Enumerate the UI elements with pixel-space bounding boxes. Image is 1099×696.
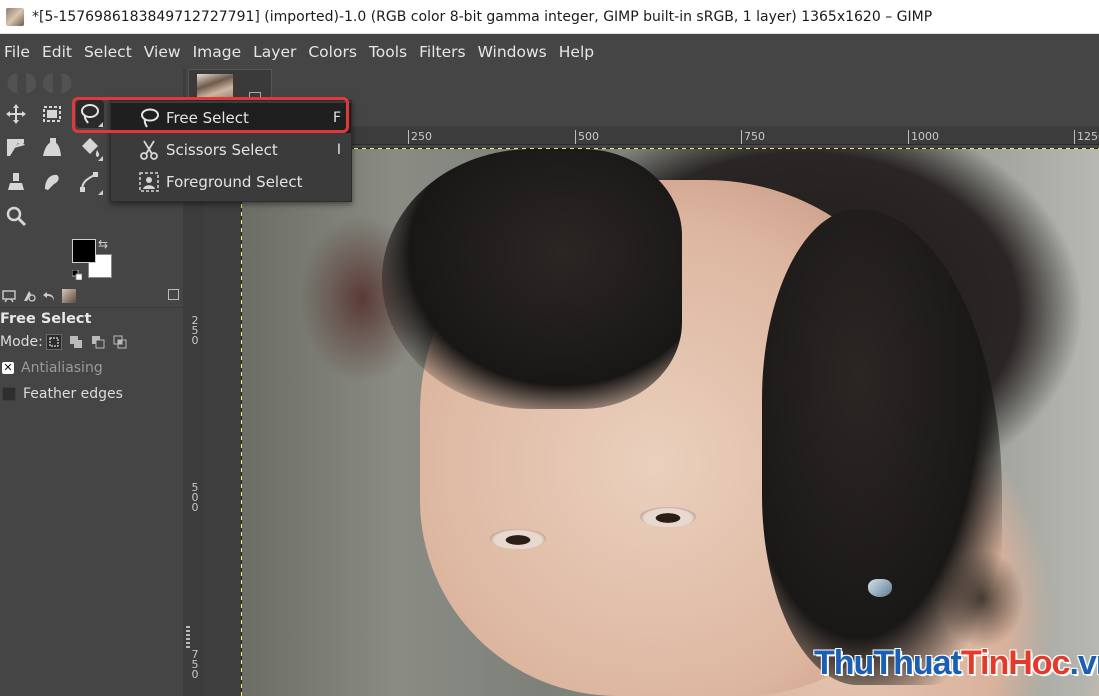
foreground-color-swatch[interactable] (72, 239, 96, 263)
layer-boundary (241, 148, 242, 696)
vertical-ruler[interactable] (186, 144, 204, 696)
move-tool-icon[interactable] (2, 100, 30, 128)
scissors-icon (138, 139, 160, 161)
horizontal-ruler[interactable] (232, 126, 1099, 145)
menu-view[interactable]: View (138, 43, 187, 61)
menu-select[interactable]: Select (78, 43, 138, 61)
feather-edges-checkbox[interactable] (2, 387, 16, 401)
ruler-tick (1074, 130, 1075, 144)
lasso-icon (138, 107, 160, 129)
ruler-label-750: 750 (744, 130, 765, 143)
smudge-tool-icon[interactable] (38, 168, 66, 196)
image-canvas[interactable] (242, 149, 1099, 696)
free-select-tool-icon[interactable] (76, 100, 104, 128)
ruler-label-500: 500 (578, 130, 599, 143)
ruler-label-250: 250 (411, 130, 432, 143)
ruler-grip[interactable] (186, 626, 190, 648)
ruler-tick (575, 130, 576, 144)
canvas-padding (204, 144, 242, 696)
zoom-tool-icon[interactable] (2, 202, 30, 230)
ruler-tick (741, 130, 742, 144)
clone-tool-icon[interactable] (2, 168, 30, 196)
popup-item-foreground-select[interactable]: Foreground Select (111, 167, 351, 197)
wilber-logo-icon: ◖◗◖◗ (6, 67, 77, 97)
antialiasing-checkbox[interactable]: ✕ (2, 362, 14, 374)
menu-layer[interactable]: Layer (247, 43, 302, 61)
antialiasing-option[interactable]: ✕ Antialiasing (0, 358, 103, 378)
ruler-tick (908, 130, 909, 144)
mode-add-icon[interactable] (69, 335, 83, 349)
menu-file[interactable]: File (0, 43, 36, 61)
rect-select-tool-icon[interactable] (38, 100, 66, 128)
menu-help[interactable]: Help (553, 43, 600, 61)
feather-edges-label: Feather edges (23, 386, 123, 402)
antialiasing-label: Antialiasing (21, 360, 103, 376)
window-title: *[5-1576986183849712727791] (imported)-1… (32, 8, 933, 25)
watermark: ThuThuatTinHoc.vn (814, 644, 1099, 682)
device-status-tab-icon[interactable] (22, 289, 36, 303)
image-thumbnail-icon (6, 7, 24, 26)
ruler-label-v250: 250 (191, 314, 199, 347)
images-tab-icon[interactable] (62, 289, 76, 303)
ruler-tick (408, 130, 409, 144)
menu-bar: File Edit Select View Image Layer Colors… (0, 34, 1099, 69)
mode-intersect-icon[interactable] (113, 335, 127, 349)
menu-edit[interactable]: Edit (36, 43, 78, 61)
ruler-label-1000: 1000 (911, 130, 939, 143)
divider (0, 307, 186, 308)
photo-eye (490, 529, 546, 549)
title-bar: *[5-1576986183849712727791] (imported)-1… (0, 0, 1099, 34)
menu-filters[interactable]: Filters (413, 43, 471, 61)
popup-item-scissors-select[interactable]: Scissors Select I (111, 135, 351, 165)
mode-row: Mode: (0, 333, 127, 351)
default-colors-icon[interactable] (71, 265, 83, 281)
ruler-label-v500: 500 (191, 481, 199, 514)
photo-eye (640, 507, 696, 527)
mode-subtract-icon[interactable] (91, 335, 105, 349)
popup-item-label: Foreground Select (166, 173, 303, 191)
undo-history-tab-icon[interactable] (42, 289, 56, 303)
tool-options-title: Free Select (0, 311, 92, 327)
select-tools-popup: Free Select F Scissors Select I Foregrou… (110, 100, 352, 202)
bucket-fill-tool-icon[interactable] (76, 134, 104, 162)
mode-label: Mode: (0, 334, 43, 350)
crop-tool-icon[interactable] (2, 134, 30, 162)
photo-hair (762, 209, 1002, 685)
menu-windows[interactable]: Windows (472, 43, 553, 61)
photo-hair (382, 149, 682, 409)
layer-boundary (242, 148, 1099, 149)
warp-tool-icon[interactable] (38, 134, 66, 162)
photo-earring (868, 579, 892, 597)
popup-item-label: Scissors Select (166, 141, 278, 159)
menu-tools[interactable]: Tools (363, 43, 413, 61)
ruler-label-1250: 1250 (1077, 130, 1099, 143)
mode-replace-icon[interactable] (45, 334, 62, 350)
popup-item-label: Free Select (166, 109, 249, 127)
menu-image[interactable]: Image (187, 43, 248, 61)
dock-menu-icon[interactable] (168, 289, 179, 300)
foreground-select-icon (138, 171, 160, 193)
dock-tabs (0, 287, 186, 305)
menu-colors[interactable]: Colors (302, 43, 363, 61)
popup-item-shortcut: F (332, 110, 341, 126)
popup-item-free-select[interactable]: Free Select F (111, 103, 351, 133)
popup-item-shortcut: I (336, 142, 341, 158)
swap-colors-icon[interactable]: ⇆ (98, 238, 110, 250)
feather-edges-option[interactable]: Feather edges (0, 384, 123, 404)
paths-tool-icon[interactable] (76, 168, 104, 196)
ruler-label-v750: 750 (191, 648, 199, 681)
tool-options-tab-icon[interactable] (2, 289, 16, 303)
